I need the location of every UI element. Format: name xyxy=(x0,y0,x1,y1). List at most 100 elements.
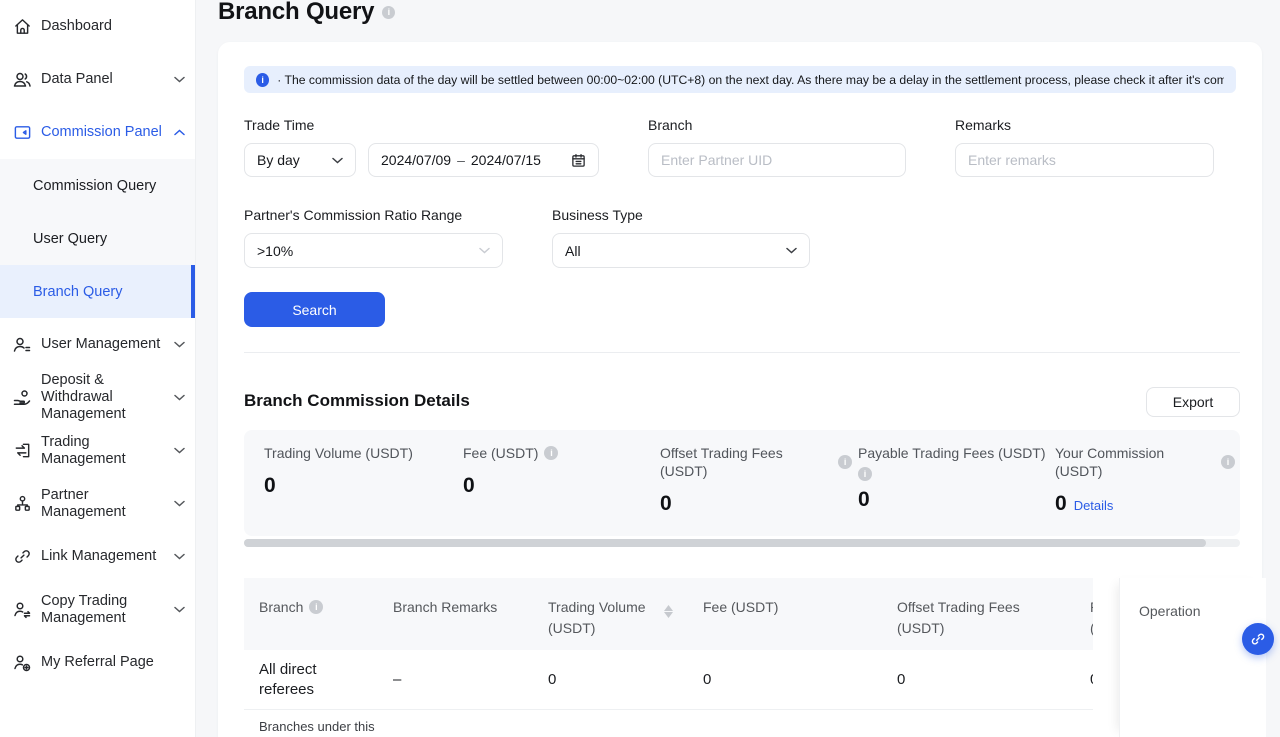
branch-label: Branch xyxy=(648,117,692,133)
info-icon[interactable]: i xyxy=(1221,455,1235,469)
sidebar-item-link-management[interactable]: Link Management xyxy=(0,530,195,583)
commission-ratio-value: >10% xyxy=(257,243,293,259)
business-type-select[interactable]: All xyxy=(552,233,810,268)
sidebar-item-label: Trading Management xyxy=(41,434,165,468)
sidebar-item-user-management[interactable]: User Management xyxy=(0,318,195,371)
commission-ratio-select[interactable]: >10% xyxy=(244,233,503,268)
cell-offset-fees: 0 xyxy=(897,670,905,690)
sidebar-item-dashboard[interactable]: Dashboard xyxy=(0,0,195,53)
stat-trading-volume: Trading Volume (USDT) 0 xyxy=(264,444,454,498)
column-label: Fee (USDT) xyxy=(703,597,778,618)
commission-panel-submenu: Commission Query User Query Branch Query xyxy=(0,159,195,318)
column-header-payable-fees: Payable Trading Fees (USDT) xyxy=(1090,597,1093,639)
page-header: Branch Query i xyxy=(218,0,395,26)
org-tree-icon xyxy=(12,494,32,514)
page-title: Branch Query xyxy=(218,0,374,26)
sidebar-item-user-query[interactable]: User Query xyxy=(0,212,195,265)
sidebar-item-label: Branch Query xyxy=(33,284,122,300)
sidebar-item-label: Deposit & Withdrawal Management xyxy=(41,372,165,423)
table-row: All direct referees – 0 0 0 0 xyxy=(244,650,1093,710)
remarks-label: Remarks xyxy=(955,117,1011,133)
sidebar-item-label: User Query xyxy=(33,231,107,247)
main-content: Branch Query i i · The commission data o… xyxy=(196,0,1280,737)
chevron-up-icon xyxy=(174,129,185,136)
sidebar-item-commission-query[interactable]: Commission Query xyxy=(0,159,195,212)
chevron-down-icon xyxy=(174,500,185,507)
sidebar-item-copy-trading[interactable]: Copy Trading Management xyxy=(0,583,195,636)
sidebar-item-label: My Referral Page xyxy=(41,654,165,671)
sidebar-item-my-referral-page[interactable]: My Referral Page xyxy=(0,636,195,689)
branch-table: Branch i Branch Remarks Trading Volume (… xyxy=(244,578,1093,737)
sidebar-item-trading-management[interactable]: Trading Management xyxy=(0,424,195,477)
cell-trading-volume: 0 xyxy=(548,670,556,690)
info-icon[interactable]: i xyxy=(858,467,872,481)
section-divider xyxy=(244,352,1240,353)
floating-link-button[interactable] xyxy=(1242,623,1274,655)
branch-input[interactable] xyxy=(661,152,893,168)
sidebar-item-commission-panel[interactable]: Commission Panel xyxy=(0,106,195,159)
user-list-icon xyxy=(12,335,32,355)
chevron-down-icon xyxy=(174,76,185,83)
sidebar-item-branch-query[interactable]: Branch Query xyxy=(0,265,195,318)
sidebar: Dashboard Data Panel Commission Panel Co… xyxy=(0,0,196,737)
sidebar-item-label: User Management xyxy=(41,336,165,353)
stat-fee: Fee (USDT)i 0 xyxy=(463,444,653,498)
column-header-branch: Branch i xyxy=(259,597,323,618)
cell-branch-remarks: – xyxy=(393,670,401,690)
chevron-down-icon xyxy=(332,157,343,164)
stat-value: 0 xyxy=(1055,492,1067,516)
sidebar-item-data-panel[interactable]: Data Panel xyxy=(0,53,195,106)
sidebar-item-partner-management[interactable]: Partner Management xyxy=(0,477,195,530)
cell-fee: 0 xyxy=(703,670,711,690)
details-heading: Branch Commission Details xyxy=(244,391,470,411)
calendar-icon xyxy=(571,153,586,168)
stat-label: Offset Trading Fees (USDT) xyxy=(660,444,832,480)
chevron-down-icon xyxy=(174,447,185,454)
sidebar-item-label: Data Panel xyxy=(41,71,165,88)
info-icon[interactable]: i xyxy=(309,600,323,614)
stat-payable-fees: Payable Trading Fees (USDT) i 0 xyxy=(858,444,1048,512)
stat-value: 0 xyxy=(660,492,672,516)
table-header: Branch i Branch Remarks Trading Volume (… xyxy=(244,578,1093,650)
column-header-branch-remarks: Branch Remarks xyxy=(393,597,497,618)
search-button[interactable]: Search xyxy=(244,292,385,327)
link-icon xyxy=(1250,631,1266,647)
horizontal-scrollbar-thumb[interactable] xyxy=(244,539,1206,547)
stat-value: 0 xyxy=(264,474,276,498)
stat-label: Trading Volume (USDT) xyxy=(264,444,413,462)
column-label: Branch Remarks xyxy=(393,597,497,618)
sidebar-item-deposit-withdrawal[interactable]: Deposit & Withdrawal Management xyxy=(0,371,195,424)
chevron-down-icon xyxy=(174,606,185,613)
column-header-fee: Fee (USDT) xyxy=(703,597,778,618)
commission-panel-icon xyxy=(12,123,32,143)
banner-text: · The commission data of the day will be… xyxy=(277,73,1224,87)
trade-time-mode-select[interactable]: By day xyxy=(244,143,356,177)
business-type-label: Business Type xyxy=(552,207,643,223)
chevron-down-icon xyxy=(174,341,185,348)
sidebar-item-label: Partner Management xyxy=(41,487,165,521)
details-link[interactable]: Details xyxy=(1074,498,1114,513)
export-button[interactable]: Export xyxy=(1146,387,1240,417)
stat-offset-fees: Offset Trading Fees (USDT) i 0 xyxy=(660,444,852,516)
home-icon xyxy=(12,17,32,37)
sort-icon[interactable] xyxy=(664,605,673,618)
info-icon[interactable]: i xyxy=(838,455,852,469)
stat-label: Your Commission (USDT) xyxy=(1055,444,1215,480)
cell-branch: All direct referees xyxy=(259,660,349,700)
stat-value: 0 xyxy=(858,488,870,512)
info-icon[interactable]: i xyxy=(544,446,558,460)
remarks-input-wrap xyxy=(955,143,1214,177)
date-range-picker[interactable]: 2024/07/09 – 2024/07/15 xyxy=(368,143,599,177)
operation-fixed-column: Operation xyxy=(1119,578,1266,737)
stat-label: Fee (USDT) xyxy=(463,444,538,462)
stats-summary: Trading Volume (USDT) 0 Fee (USDT) i 0 Of… xyxy=(244,430,1240,536)
page-title-info-icon[interactable]: i xyxy=(382,6,395,19)
branch-input-wrap xyxy=(648,143,906,177)
trade-time-mode-value: By day xyxy=(257,152,300,168)
link-icon xyxy=(12,547,32,567)
remarks-input[interactable] xyxy=(968,152,1201,168)
column-header-offset-fees: Offset Trading Fees (USDT) xyxy=(897,597,1027,639)
column-header-trading-volume[interactable]: Trading Volume (USDT) xyxy=(548,597,658,639)
sidebar-item-label: Copy Trading Management xyxy=(41,593,165,627)
column-label: Branch xyxy=(259,597,303,618)
